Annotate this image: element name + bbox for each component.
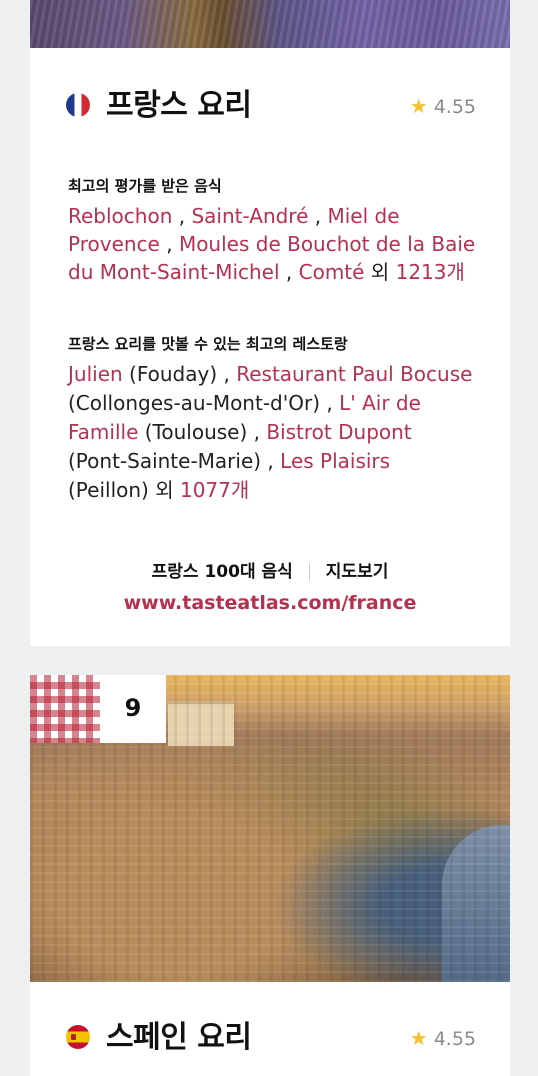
restaurants-list: Julien (Fouday) , Restaurant Paul Bocuse… — [68, 362, 473, 502]
france-links-row: 프랑스 100대 음식 지도보기 — [30, 557, 510, 582]
rank-badge: 9 — [100, 675, 166, 743]
more-prefix: 외 — [155, 478, 174, 502]
france-title[interactable]: 프랑스 요리 — [106, 86, 252, 126]
top-rated-label: 최고의 평가를 받은 음식 — [68, 177, 222, 195]
restaurant-place: (Toulouse) — [144, 420, 248, 444]
spain-card: 9 스페인 요리 ★ 4.55 — [30, 675, 510, 1076]
star-icon: ★ — [409, 94, 428, 118]
dish-link[interactable]: Reblochon — [68, 204, 172, 228]
spain-rating: ★ 4.55 — [410, 1024, 476, 1052]
spain-title-row: 스페인 요리 ★ 4.55 — [66, 1018, 476, 1058]
alcazar-building — [168, 701, 234, 746]
lavender-field-image — [30, 0, 510, 48]
map-link[interactable]: 지도보기 — [326, 562, 389, 582]
france-rating: ★ 4.55 — [410, 92, 476, 120]
more-restaurants-link[interactable]: 1077개 — [180, 478, 249, 502]
dish-link[interactable]: Comté — [299, 260, 365, 284]
france-card: 프랑스 요리 ★ 4.55 최고의 평가를 받은 음식 Reblochon , S… — [30, 0, 510, 646]
more-prefix: 외 — [370, 260, 390, 284]
restaurants-label: 프랑스 요리를 맛볼 수 있는 최고의 레스토랑 — [68, 335, 348, 353]
restaurant-place: (Collonges-au-Mont-d'Or) — [68, 391, 321, 415]
restaurant-link[interactable]: Bistrot Dupont — [266, 420, 411, 444]
star-icon: ★ — [409, 1026, 428, 1050]
top-rated-dishes: Reblochon , Saint-André , Miel de Proven… — [68, 204, 476, 284]
checkered-tablecloth-icon — [30, 675, 100, 743]
restaurant-link[interactable]: Julien — [68, 362, 123, 386]
dish-link[interactable]: Saint-André — [191, 204, 308, 228]
river — [442, 825, 510, 982]
france-title-row: 프랑스 요리 ★ 4.55 — [66, 86, 476, 126]
france-flag-icon — [66, 93, 90, 117]
restaurant-link[interactable]: Les Plaisirs — [280, 449, 390, 473]
restaurant-link[interactable]: Restaurant Paul Bocuse — [236, 362, 472, 386]
spain-rating-value: 4.55 — [433, 1028, 476, 1050]
restaurant-place: (Peillon) — [68, 478, 149, 502]
top100-link[interactable]: 프랑스 100대 음식 — [152, 562, 293, 582]
spain-title[interactable]: 스페인 요리 — [106, 1018, 252, 1058]
restaurant-place: (Pont-Sainte-Marie) — [68, 449, 262, 473]
restaurant-place: (Fouday) — [129, 362, 218, 386]
france-url-link[interactable]: www.tasteatlas.com/france — [30, 592, 510, 614]
more-dishes-link[interactable]: 1213개 — [396, 260, 465, 284]
france-rating-value: 4.55 — [433, 96, 476, 118]
divider — [308, 563, 310, 581]
spain-flag-icon — [66, 1025, 90, 1049]
